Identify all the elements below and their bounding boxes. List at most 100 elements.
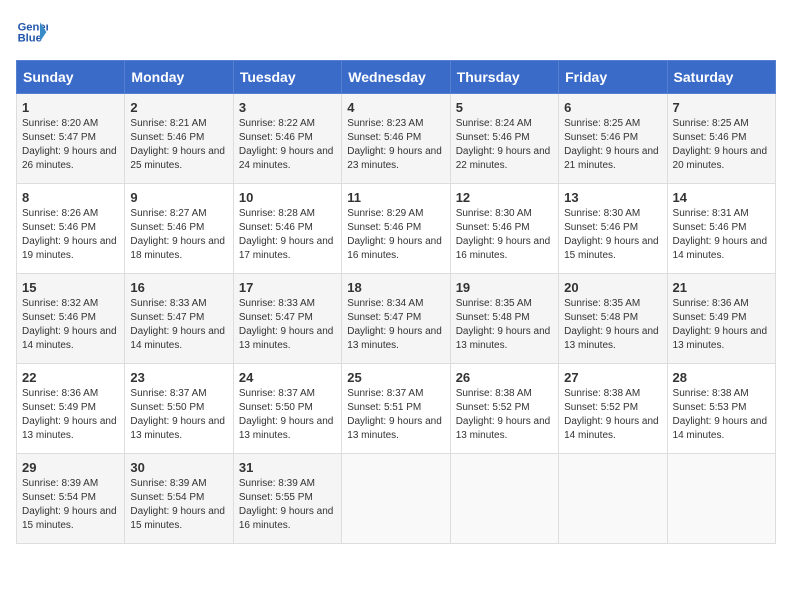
- day-info: Sunrise: 8:39 AMSunset: 5:54 PMDaylight:…: [130, 477, 227, 533]
- weekday-header-saturday: Saturday: [667, 61, 775, 94]
- day-number: 12: [456, 190, 553, 205]
- calendar-cell: 5Sunrise: 8:24 AMSunset: 5:46 PMDaylight…: [450, 94, 558, 184]
- calendar-table: SundayMondayTuesdayWednesdayThursdayFrid…: [16, 60, 776, 544]
- calendar-cell: 22 Sunrise: 8:36 AMSunset: 5:49 PMDayligh…: [17, 364, 125, 454]
- calendar-week-row: 29 Sunrise: 8:39 AMSunset: 5:54 PMDayligh…: [17, 454, 776, 544]
- calendar-cell: 13 Sunrise: 8:30 AMSunset: 5:46 PMDayligh…: [559, 184, 667, 274]
- weekday-header-monday: Monday: [125, 61, 233, 94]
- day-number: 20: [564, 280, 661, 295]
- calendar-cell: 11 Sunrise: 8:29 AMSunset: 5:46 PMDayligh…: [342, 184, 450, 274]
- day-info: Sunrise: 8:38 AMSunset: 5:53 PMDaylight:…: [673, 387, 770, 443]
- calendar-week-row: 22 Sunrise: 8:36 AMSunset: 5:49 PMDayligh…: [17, 364, 776, 454]
- day-info: Sunrise: 8:26 AMSunset: 5:46 PMDaylight:…: [22, 207, 119, 263]
- calendar-cell: 26Sunrise: 8:38 AMSunset: 5:52 PMDayligh…: [450, 364, 558, 454]
- calendar-cell: 9 Sunrise: 8:27 AMSunset: 5:46 PMDaylight…: [125, 184, 233, 274]
- day-info: Sunrise: 8:37 AMSunset: 5:50 PMDaylight:…: [239, 387, 336, 443]
- day-number: 8: [22, 190, 119, 205]
- day-info: Sunrise: 8:25 AMSunset: 5:46 PMDaylight:…: [673, 117, 770, 173]
- weekday-header-friday: Friday: [559, 61, 667, 94]
- day-info: Sunrise: 8:23 AMSunset: 5:46 PMDaylight:…: [347, 117, 444, 173]
- day-number: 3: [239, 100, 336, 115]
- day-number: 28: [673, 370, 770, 385]
- weekday-header-tuesday: Tuesday: [233, 61, 341, 94]
- calendar-cell: 15 Sunrise: 8:32 AMSunset: 5:46 PMDayligh…: [17, 274, 125, 364]
- day-number: 18: [347, 280, 444, 295]
- day-number: 31: [239, 460, 336, 475]
- calendar-cell: 27 Sunrise: 8:38 AMSunset: 5:52 PMDayligh…: [559, 364, 667, 454]
- weekday-header-wednesday: Wednesday: [342, 61, 450, 94]
- calendar-cell: [342, 454, 450, 544]
- day-number: 9: [130, 190, 227, 205]
- calendar-cell: 7 Sunrise: 8:25 AMSunset: 5:46 PMDaylight…: [667, 94, 775, 184]
- day-number: 16: [130, 280, 227, 295]
- day-info: Sunrise: 8:27 AMSunset: 5:46 PMDaylight:…: [130, 207, 227, 263]
- day-number: 14: [673, 190, 770, 205]
- day-info: Sunrise: 8:28 AMSunset: 5:46 PMDaylight:…: [239, 207, 336, 263]
- day-number: 1: [22, 100, 119, 115]
- day-number: 21: [673, 280, 770, 295]
- day-info: Sunrise: 8:37 AMSunset: 5:51 PMDaylight:…: [347, 387, 444, 443]
- day-number: 24: [239, 370, 336, 385]
- day-info: Sunrise: 8:22 AMSunset: 5:46 PMDaylight:…: [239, 117, 336, 173]
- calendar-cell: 21Sunrise: 8:36 AMSunset: 5:49 PMDayligh…: [667, 274, 775, 364]
- day-info: Sunrise: 8:31 AMSunset: 5:46 PMDaylight:…: [673, 207, 770, 263]
- day-number: 17: [239, 280, 336, 295]
- day-number: 25: [347, 370, 444, 385]
- calendar-week-row: 8 Sunrise: 8:26 AMSunset: 5:46 PMDaylight…: [17, 184, 776, 274]
- header: General Blue: [16, 16, 776, 48]
- day-info: Sunrise: 8:39 AMSunset: 5:55 PMDaylight:…: [239, 477, 336, 533]
- calendar-cell: 29 Sunrise: 8:39 AMSunset: 5:54 PMDayligh…: [17, 454, 125, 544]
- day-number: 11: [347, 190, 444, 205]
- calendar-cell: 6 Sunrise: 8:25 AMSunset: 5:46 PMDaylight…: [559, 94, 667, 184]
- calendar-cell: 24 Sunrise: 8:37 AMSunset: 5:50 PMDayligh…: [233, 364, 341, 454]
- day-number: 13: [564, 190, 661, 205]
- day-number: 5: [456, 100, 553, 115]
- day-number: 4: [347, 100, 444, 115]
- day-info: Sunrise: 8:33 AMSunset: 5:47 PMDaylight:…: [239, 297, 336, 353]
- calendar-cell: 19 Sunrise: 8:35 AMSunset: 5:48 PMDayligh…: [450, 274, 558, 364]
- calendar-cell: 28 Sunrise: 8:38 AMSunset: 5:53 PMDayligh…: [667, 364, 775, 454]
- day-number: 30: [130, 460, 227, 475]
- day-info: Sunrise: 8:32 AMSunset: 5:46 PMDaylight:…: [22, 297, 119, 353]
- day-info: Sunrise: 8:35 AMSunset: 5:48 PMDaylight:…: [456, 297, 553, 353]
- day-number: 2: [130, 100, 227, 115]
- calendar-cell: [667, 454, 775, 544]
- calendar-cell: [450, 454, 558, 544]
- day-number: 7: [673, 100, 770, 115]
- day-number: 10: [239, 190, 336, 205]
- day-info: Sunrise: 8:29 AMSunset: 5:46 PMDaylight:…: [347, 207, 444, 263]
- day-info: Sunrise: 8:38 AMSunset: 5:52 PMDaylight:…: [564, 387, 661, 443]
- calendar-cell: 1 Sunrise: 8:20 AMSunset: 5:47 PMDaylight…: [17, 94, 125, 184]
- weekday-header-thursday: Thursday: [450, 61, 558, 94]
- day-info: Sunrise: 8:25 AMSunset: 5:46 PMDaylight:…: [564, 117, 661, 173]
- day-info: Sunrise: 8:35 AMSunset: 5:48 PMDaylight:…: [564, 297, 661, 353]
- day-info: Sunrise: 8:21 AMSunset: 5:46 PMDaylight:…: [130, 117, 227, 173]
- day-info: Sunrise: 8:20 AMSunset: 5:47 PMDaylight:…: [22, 117, 119, 173]
- day-number: 29: [22, 460, 119, 475]
- day-info: Sunrise: 8:38 AMSunset: 5:52 PMDaylight:…: [456, 387, 553, 443]
- calendar-cell: 30 Sunrise: 8:39 AMSunset: 5:54 PMDayligh…: [125, 454, 233, 544]
- day-number: 6: [564, 100, 661, 115]
- weekday-header-sunday: Sunday: [17, 61, 125, 94]
- calendar-cell: [559, 454, 667, 544]
- calendar-week-row: 1 Sunrise: 8:20 AMSunset: 5:47 PMDaylight…: [17, 94, 776, 184]
- day-number: 27: [564, 370, 661, 385]
- calendar-cell: 16Sunrise: 8:33 AMSunset: 5:47 PMDayligh…: [125, 274, 233, 364]
- day-info: Sunrise: 8:30 AMSunset: 5:46 PMDaylight:…: [564, 207, 661, 263]
- calendar-cell: 12Sunrise: 8:30 AMSunset: 5:46 PMDayligh…: [450, 184, 558, 274]
- day-info: Sunrise: 8:36 AMSunset: 5:49 PMDaylight:…: [22, 387, 119, 443]
- day-info: Sunrise: 8:39 AMSunset: 5:54 PMDaylight:…: [22, 477, 119, 533]
- calendar-cell: 10 Sunrise: 8:28 AMSunset: 5:46 PMDayligh…: [233, 184, 341, 274]
- calendar-cell: 25 Sunrise: 8:37 AMSunset: 5:51 PMDayligh…: [342, 364, 450, 454]
- day-info: Sunrise: 8:34 AMSunset: 5:47 PMDaylight:…: [347, 297, 444, 353]
- day-info: Sunrise: 8:37 AMSunset: 5:50 PMDaylight:…: [130, 387, 227, 443]
- day-number: 22: [22, 370, 119, 385]
- calendar-week-row: 15 Sunrise: 8:32 AMSunset: 5:46 PMDayligh…: [17, 274, 776, 364]
- day-number: 15: [22, 280, 119, 295]
- day-number: 19: [456, 280, 553, 295]
- weekday-header-row: SundayMondayTuesdayWednesdayThursdayFrid…: [17, 61, 776, 94]
- logo: General Blue: [16, 16, 48, 48]
- calendar-cell: 17 Sunrise: 8:33 AMSunset: 5:47 PMDayligh…: [233, 274, 341, 364]
- calendar-cell: 14 Sunrise: 8:31 AMSunset: 5:46 PMDayligh…: [667, 184, 775, 274]
- calendar-cell: 20 Sunrise: 8:35 AMSunset: 5:48 PMDayligh…: [559, 274, 667, 364]
